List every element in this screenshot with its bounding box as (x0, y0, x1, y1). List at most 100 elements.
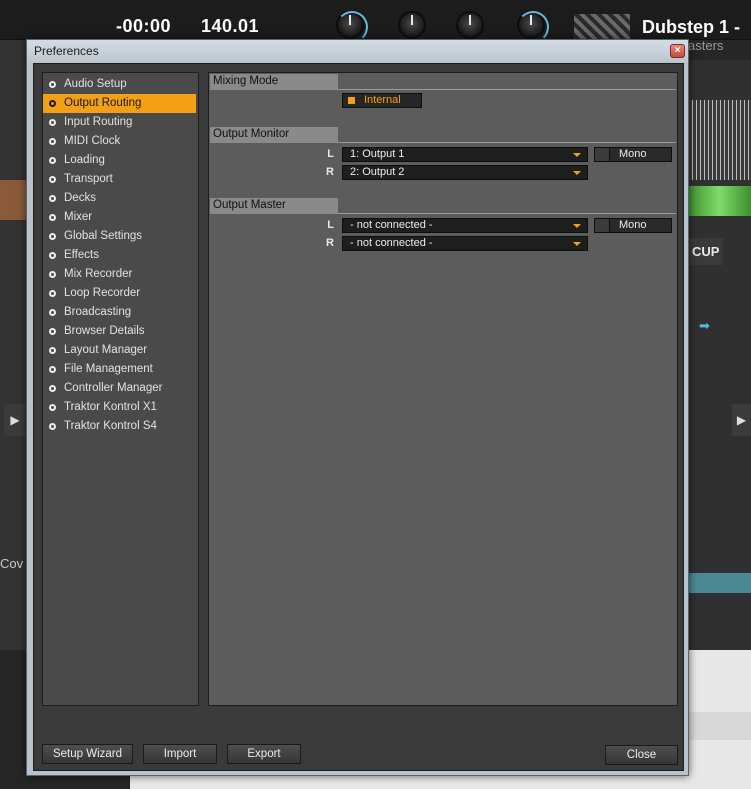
master-left-label: L (327, 219, 334, 231)
sidebar-item-label: Traktor Kontrol X1 (64, 401, 157, 413)
section-title: Output Monitor (210, 127, 338, 143)
sidebar-item-label: Loading (64, 154, 105, 166)
radio-bullet-icon (49, 195, 56, 202)
select-value: - not connected - (350, 219, 433, 231)
dialog-body: Audio Setup Output Routing Input Routing MI… (33, 63, 684, 771)
preferences-dialog: Preferences × Audio Setup Output Routing I… (26, 39, 689, 776)
sidebar-item-layout-manager[interactable]: Layout Manager (43, 341, 198, 360)
preferences-sidebar: Audio Setup Output Routing Input Routing MI… (42, 72, 199, 706)
right-waveform (688, 186, 751, 216)
output-master-header: Output Master (210, 198, 676, 214)
sidebar-item-file-management[interactable]: File Management (43, 360, 198, 379)
option-label: Internal (364, 94, 401, 106)
radio-bullet-icon (49, 271, 56, 278)
master-left-select[interactable]: - not connected - (342, 218, 588, 233)
sidebar-item-effects[interactable]: Effects (43, 246, 198, 265)
bpm-display: 140.01 (201, 16, 260, 36)
radio-bullet-icon (49, 328, 56, 335)
chevron-down-icon (573, 153, 581, 157)
arrow-right-icon[interactable]: ➡ (699, 318, 710, 334)
sidebar-item-label: MIDI Clock (64, 135, 121, 147)
radio-bullet-icon (49, 385, 56, 392)
monitor-right-select[interactable]: 2: Output 2 (342, 165, 588, 180)
master-mono-toggle[interactable]: Mono (594, 218, 672, 233)
sidebar-item-label: Mixer (64, 211, 93, 223)
close-button[interactable]: Close (605, 745, 678, 765)
sidebar-item-label: Global Settings (64, 230, 142, 242)
radio-bullet-icon (49, 347, 56, 354)
sidebar-item-label: Broadcasting (64, 306, 132, 318)
chevron-down-icon (573, 224, 581, 228)
setup-wizard-button[interactable]: Setup Wizard (42, 744, 133, 764)
right-stripe-view (688, 100, 751, 180)
radio-bullet-icon (49, 157, 56, 164)
play-icon[interactable]: ▶ (4, 404, 26, 436)
checkbox-icon (595, 148, 610, 161)
select-value: 1: Output 1 (350, 148, 405, 160)
sidebar-item-broadcasting[interactable]: Broadcasting (43, 303, 198, 322)
sidebar-item-label: File Management (64, 363, 153, 375)
output-monitor-header: Output Monitor (210, 127, 676, 143)
radio-bullet-icon (49, 309, 56, 316)
sidebar-item-label: Loop Recorder (64, 287, 141, 299)
section-title: Mixing Mode (210, 74, 338, 90)
chevron-down-icon (573, 242, 581, 246)
cup-button[interactable]: CUP (688, 238, 724, 265)
sidebar-item-traktor-kontrol-x1[interactable]: Traktor Kontrol X1 (43, 398, 198, 417)
output-routing-panel: Mixing Mode Internal Output Monitor L 1:… (208, 72, 678, 706)
chevron-down-icon (573, 171, 581, 175)
monitor-left-select[interactable]: 1: Output 1 (342, 147, 588, 162)
sidebar-item-label: Controller Manager (64, 382, 163, 394)
sidebar-item-audio-setup[interactable]: Audio Setup (43, 75, 198, 94)
window-title: Preferences (34, 44, 99, 58)
sidebar-item-label: Effects (64, 249, 99, 261)
knob-3[interactable] (456, 11, 484, 39)
monitor-mono-toggle[interactable]: Mono (594, 147, 672, 162)
sidebar-item-loop-recorder[interactable]: Loop Recorder (43, 284, 198, 303)
master-right-select[interactable]: - not connected - (342, 236, 588, 251)
track-title: Dubstep 1 - (642, 17, 741, 37)
mixing-mode-header: Mixing Mode (210, 74, 676, 90)
radio-bullet-icon (49, 252, 56, 259)
sidebar-item-label: Transport (64, 173, 113, 185)
export-button[interactable]: Export (227, 744, 301, 764)
mono-label: Mono (619, 148, 647, 160)
internal-mixing-option[interactable]: Internal (342, 93, 422, 108)
mono-label: Mono (619, 219, 647, 231)
knob-4[interactable] (517, 11, 549, 43)
sidebar-item-loading[interactable]: Loading (43, 151, 198, 170)
sidebar-item-mixer[interactable]: Mixer (43, 208, 198, 227)
knob-1[interactable] (336, 11, 368, 43)
title-bar[interactable]: Preferences × (27, 40, 688, 62)
play-icon[interactable]: ▶ (732, 404, 751, 436)
sidebar-item-browser-details[interactable]: Browser Details (43, 322, 198, 341)
deck-header-strip (0, 0, 751, 40)
sidebar-item-midi-clock[interactable]: MIDI Clock (43, 132, 198, 151)
sidebar-item-output-routing[interactable]: Output Routing (43, 94, 196, 113)
left-waveform (0, 180, 26, 220)
sidebar-item-decks[interactable]: Decks (43, 189, 198, 208)
time-remaining: -00:00 (116, 16, 172, 36)
sidebar-item-label: Audio Setup (64, 78, 127, 90)
radio-bullet-icon (49, 366, 56, 373)
sidebar-item-mix-recorder[interactable]: Mix Recorder (43, 265, 198, 284)
sidebar-item-traktor-kontrol-s4[interactable]: Traktor Kontrol S4 (43, 417, 198, 436)
master-right-label: R (326, 237, 334, 249)
knob-2[interactable] (398, 11, 426, 39)
sidebar-item-global-settings[interactable]: Global Settings (43, 227, 198, 246)
cover-label: Cov (0, 556, 24, 571)
radio-bullet-icon (49, 423, 56, 430)
import-button[interactable]: Import (143, 744, 217, 764)
select-value: - not connected - (350, 237, 433, 249)
close-icon[interactable]: × (670, 44, 685, 58)
section-title: Output Master (210, 198, 338, 214)
sidebar-item-input-routing[interactable]: Input Routing (43, 113, 198, 132)
radio-bullet-icon (49, 290, 56, 297)
radio-bullet-icon (49, 404, 56, 411)
sidebar-item-label: Traktor Kontrol S4 (64, 420, 157, 432)
browser-highlight-row (688, 573, 751, 593)
selected-indicator-icon (348, 97, 355, 104)
sidebar-item-transport[interactable]: Transport (43, 170, 198, 189)
radio-bullet-icon (49, 233, 56, 240)
sidebar-item-controller-manager[interactable]: Controller Manager (43, 379, 198, 398)
